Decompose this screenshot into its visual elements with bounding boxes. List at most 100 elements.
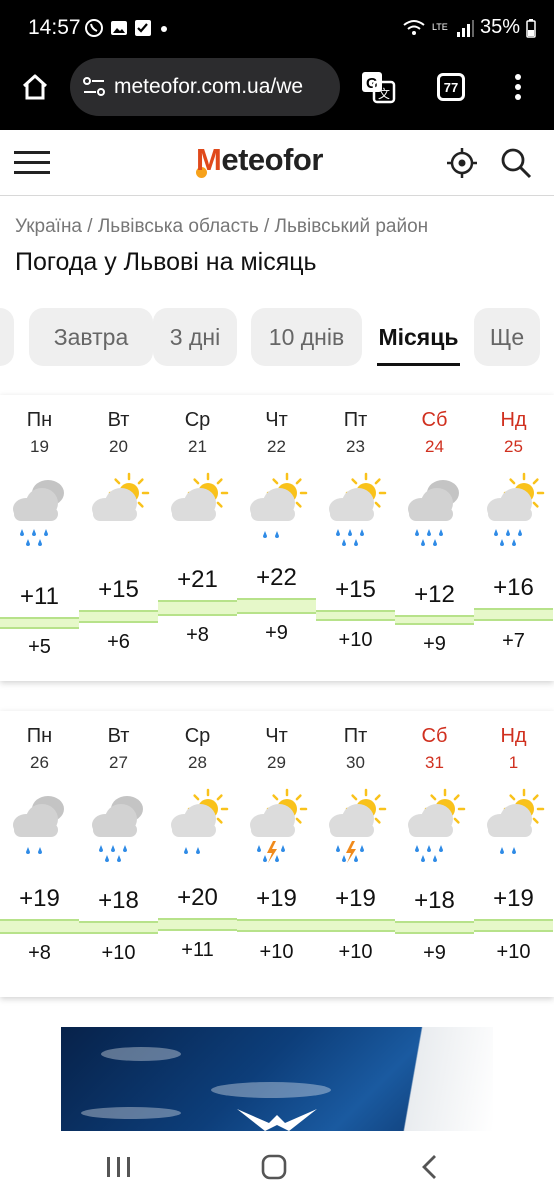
temperature-range-bar bbox=[0, 919, 79, 934]
day-date: 27 bbox=[109, 753, 128, 772]
day-date: 1 bbox=[508, 753, 519, 772]
recent-apps-icon[interactable] bbox=[106, 1156, 132, 1178]
max-temperature: +19 bbox=[335, 885, 376, 912]
day-name: Пн bbox=[26, 725, 53, 747]
wifi-icon bbox=[403, 19, 425, 35]
overflow-menu-icon[interactable] bbox=[508, 72, 528, 102]
period-tabs: Завтра 3 дні 10 днів Місяць Ще bbox=[0, 308, 554, 366]
tab-3-days[interactable]: 3 дні bbox=[153, 308, 237, 366]
day-column[interactable]: Сб 31 +18 +9 bbox=[395, 711, 474, 997]
tab-switcher-button[interactable]: 77 bbox=[437, 73, 465, 101]
site-settings-icon[interactable] bbox=[82, 76, 106, 98]
home-icon[interactable] bbox=[20, 72, 50, 102]
day-name: Вт bbox=[107, 725, 130, 747]
day-column[interactable]: Вт 20 +15 +6 bbox=[79, 395, 158, 681]
day-column[interactable]: Вт 27 +18 +10 bbox=[79, 711, 158, 997]
signal-icon bbox=[456, 19, 474, 37]
day-column[interactable]: Чт 22 +22 +9 bbox=[237, 395, 316, 681]
battery-icon bbox=[526, 18, 536, 38]
translate-icon[interactable]: G文 bbox=[360, 70, 396, 104]
ad-wave bbox=[101, 1047, 181, 1061]
min-temperature: +6 bbox=[107, 631, 130, 653]
day-column[interactable]: Нд 25 +16 +7 bbox=[474, 395, 553, 681]
day-name: Чт bbox=[265, 725, 288, 747]
temperature-range-bar bbox=[474, 919, 553, 932]
min-temperature: +8 bbox=[186, 624, 209, 646]
tab-more[interactable]: Ще bbox=[474, 308, 540, 366]
min-temperature: +5 bbox=[28, 636, 51, 658]
status-time: 14:57 bbox=[28, 16, 81, 39]
day-date: 31 bbox=[425, 753, 444, 772]
sun-cloud-rain-icon bbox=[399, 787, 471, 867]
day-date: 30 bbox=[346, 753, 365, 772]
day-column[interactable]: Ср 21 +21 +8 bbox=[158, 395, 237, 681]
sun-cloud-thunderstorm-icon bbox=[241, 787, 313, 867]
status-bar: 14:57 LTE 35% bbox=[0, 0, 554, 58]
tab-tomorrow[interactable]: Завтра bbox=[29, 308, 153, 366]
day-column[interactable]: Сб 24 +12 +9 bbox=[395, 395, 474, 681]
day-name: Пн bbox=[26, 409, 53, 431]
min-temperature: +10 bbox=[338, 629, 373, 651]
day-name: Вт bbox=[107, 409, 130, 431]
svg-text:文: 文 bbox=[378, 86, 390, 101]
day-date: 23 bbox=[346, 437, 365, 456]
sun-cloud-thunderstorm-icon bbox=[320, 787, 392, 867]
day-name: Пт bbox=[343, 409, 368, 431]
min-temperature: +10 bbox=[259, 941, 294, 963]
week-row-1: Пн 19 +11 +5 Вт 20 +15 +6 Ср 21 +21 +8 Чт 22 +22 +9 Пт 23… bbox=[0, 395, 554, 681]
tab-10-days[interactable]: 10 днів bbox=[251, 308, 362, 366]
gallery-icon bbox=[111, 21, 127, 35]
day-column[interactable]: Ср 28 +20 +11 bbox=[158, 711, 237, 997]
sun-cloud-light-rain-icon bbox=[241, 471, 313, 551]
day-name: Нд bbox=[500, 725, 527, 747]
tab-today-partial[interactable] bbox=[0, 308, 14, 366]
site-header: Meteofor bbox=[0, 130, 554, 196]
url-bar[interactable]: meteofor.com.ua/we bbox=[70, 58, 340, 116]
max-temperature: +19 bbox=[493, 885, 534, 912]
breadcrumb[interactable]: Україна / Львівська область / Львівський… bbox=[15, 216, 428, 238]
ad-wave bbox=[81, 1107, 181, 1119]
day-column[interactable]: Пт 30 +19 +10 bbox=[316, 711, 395, 997]
site-logo[interactable]: Meteofor bbox=[196, 142, 323, 178]
temperature-range-bar bbox=[474, 608, 553, 621]
temperature-range-bar bbox=[158, 600, 237, 616]
cloud-rain-icon bbox=[399, 471, 471, 551]
geolocation-icon[interactable] bbox=[446, 147, 478, 179]
ad-sail-image bbox=[373, 1027, 493, 1131]
max-temperature: +15 bbox=[98, 576, 139, 603]
hamburger-menu-icon[interactable] bbox=[14, 150, 50, 176]
day-column[interactable]: Чт 29 +19 +10 bbox=[237, 711, 316, 997]
browser-toolbar: meteofor.com.ua/we G文 77 bbox=[0, 58, 554, 130]
day-date: 22 bbox=[267, 437, 286, 456]
max-temperature: +21 bbox=[177, 566, 218, 593]
max-temperature: +20 bbox=[177, 884, 218, 911]
min-temperature: +10 bbox=[101, 942, 136, 964]
day-column[interactable]: Пн 26 +19 +8 bbox=[0, 711, 79, 997]
min-temperature: +11 bbox=[181, 939, 214, 961]
page-title: Погода у Львові на місяць bbox=[15, 248, 317, 276]
day-name: Ср bbox=[184, 725, 211, 747]
tab-month[interactable]: Місяць bbox=[377, 308, 460, 366]
volte-label: LTE bbox=[431, 22, 448, 32]
advertisement-banner[interactable] bbox=[61, 1027, 493, 1131]
search-icon[interactable] bbox=[500, 147, 532, 179]
day-column[interactable]: Нд 1 +19 +10 bbox=[474, 711, 553, 997]
min-temperature: +10 bbox=[338, 941, 373, 963]
temperature-range-bar bbox=[316, 610, 395, 621]
day-column[interactable]: Пт 23 +15 +10 bbox=[316, 395, 395, 681]
sun-cloud-rain-icon bbox=[320, 471, 392, 551]
ad-wave bbox=[211, 1082, 331, 1098]
day-name: Сб bbox=[421, 725, 448, 747]
min-temperature: +9 bbox=[265, 622, 288, 644]
logo-initial: M bbox=[196, 142, 222, 177]
day-date: 28 bbox=[188, 753, 207, 772]
day-column[interactable]: Пн 19 +11 +5 bbox=[0, 395, 79, 681]
back-nav-icon[interactable] bbox=[420, 1154, 440, 1180]
partly-cloudy-icon bbox=[83, 471, 155, 551]
max-temperature: +19 bbox=[19, 885, 60, 912]
temperature-range-bar bbox=[316, 919, 395, 932]
home-nav-icon[interactable] bbox=[261, 1154, 287, 1180]
logo-rest: eteofor bbox=[221, 142, 323, 177]
max-temperature: +18 bbox=[98, 887, 139, 914]
sun-cloud-light-rain-icon bbox=[478, 787, 550, 867]
